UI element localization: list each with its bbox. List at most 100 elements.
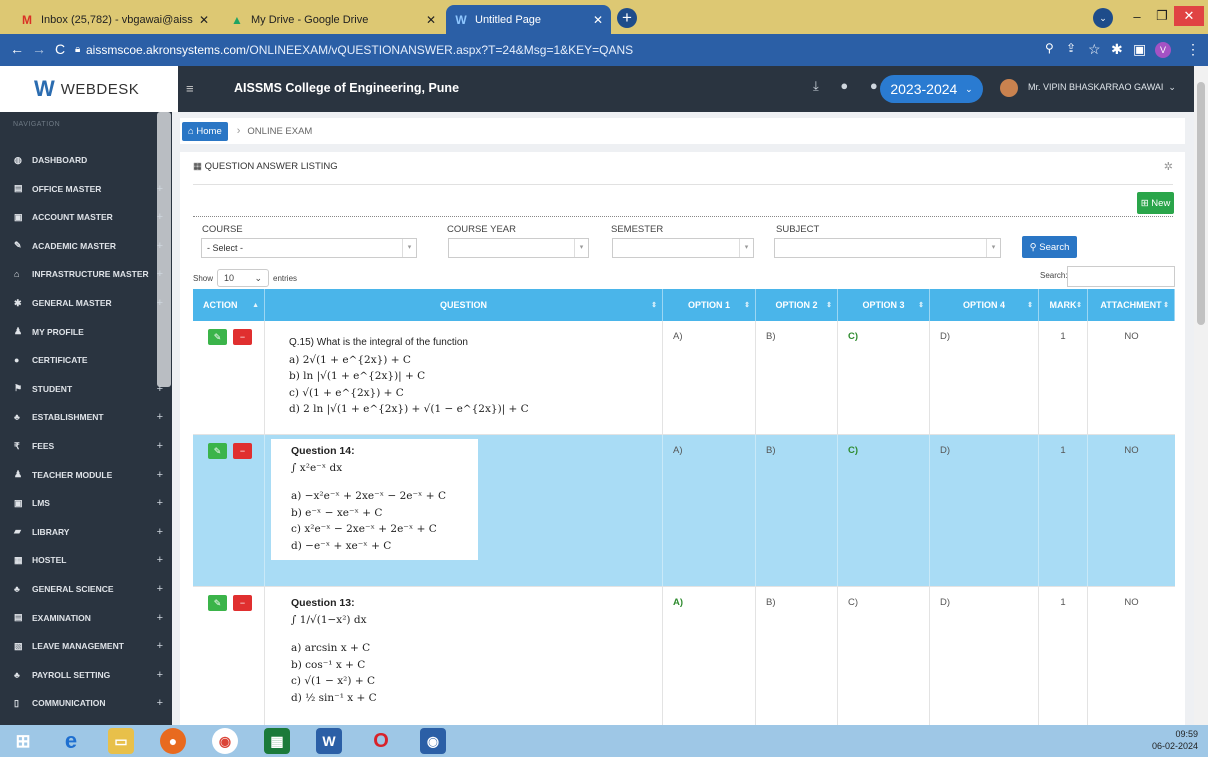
sidebar-item-academic-master[interactable]: ✎ ACADEMIC MASTER + — [0, 232, 172, 260]
sidebar-item-teacher-module[interactable]: ♟ TEACHER MODULE + — [0, 461, 172, 489]
zoom-icon[interactable]: ⚲ — [1045, 41, 1054, 55]
edit-button[interactable]: ✎ — [208, 329, 227, 345]
close-window-icon[interactable]: ✕ — [1174, 6, 1204, 26]
sidebar-item-general-master[interactable]: ✱ GENERAL MASTER + — [0, 289, 172, 317]
plus-icon[interactable]: + — [157, 612, 163, 624]
scrollbar-thumb[interactable] — [1197, 82, 1205, 325]
plus-icon[interactable]: + — [157, 697, 163, 709]
plus-icon[interactable]: + — [157, 554, 163, 566]
column-header[interactable]: ACTION ▲ — [193, 289, 265, 321]
search-input[interactable] — [1067, 266, 1175, 287]
sidebar-item-leave-management[interactable]: ▧ LEAVE MANAGEMENT + — [0, 632, 172, 660]
opera-icon[interactable]: O — [368, 728, 394, 754]
close-icon[interactable]: ✕ — [426, 13, 436, 27]
profile-avatar[interactable]: V — [1155, 42, 1171, 58]
edit-button[interactable]: ✎ — [208, 595, 227, 611]
chrome-profile-icon[interactable]: ◉ — [420, 728, 446, 754]
plus-icon[interactable]: + — [157, 383, 163, 395]
sidebar-item-communication[interactable]: ▯ COMMUNICATION + — [0, 689, 172, 717]
gear-icon[interactable]: ✲ — [1164, 160, 1173, 173]
sidebar-item-office-master[interactable]: ▤ OFFICE MASTER + — [0, 175, 172, 203]
tab-untitled[interactable]: W Untitled Page ✕ — [446, 5, 611, 34]
minimize-icon[interactable]: – — [1124, 4, 1150, 28]
sidebar-item-establishment[interactable]: ♣ ESTABLISHMENT + — [0, 403, 172, 431]
page-scrollbar[interactable] — [1194, 66, 1208, 725]
new-tab-button[interactable]: + — [617, 8, 637, 28]
plus-icon[interactable]: + — [157, 440, 163, 452]
sidebar-item-hostel[interactable]: ▦ HOSTEL + — [0, 546, 172, 574]
column-header[interactable]: OPTION 2 ⇕ — [756, 289, 838, 321]
course-year-select[interactable]: ▾ — [448, 238, 589, 258]
plus-icon[interactable]: + — [157, 183, 163, 195]
year-select[interactable]: 2023-2024 ⌄ — [880, 75, 983, 103]
sidebar-item-general-science[interactable]: ♣ GENERAL SCIENCE + — [0, 575, 172, 603]
edit-button[interactable]: ✎ — [208, 443, 227, 459]
user-name[interactable]: Mr. VIPIN BHASKARRAO GAWAI ⌄ — [1028, 82, 1176, 93]
reload-icon[interactable]: C — [55, 41, 65, 57]
course-select[interactable]: - Select - ▾ — [201, 238, 417, 258]
menu-icon[interactable]: ⋮ — [1186, 41, 1200, 58]
sidebar-item-lms[interactable]: ▣ LMS + — [0, 489, 172, 517]
semester-select[interactable]: ▾ — [612, 238, 754, 258]
close-icon[interactable]: ✕ — [199, 13, 209, 27]
tab-search-icon[interactable]: ⌄ — [1093, 8, 1113, 28]
sidebar-item-dashboard[interactable]: ◍ DASHBOARD — [0, 146, 172, 174]
plus-icon[interactable]: + — [157, 583, 163, 595]
sidebar-item-library[interactable]: ▰ LIBRARY + — [0, 518, 172, 546]
calculator-icon[interactable]: ▦ — [264, 728, 290, 754]
plus-icon[interactable]: + — [157, 640, 163, 652]
sidepanel-icon[interactable]: ▣ — [1133, 41, 1146, 58]
word-icon[interactable]: W — [316, 728, 342, 754]
column-header[interactable]: OPTION 4 ⇕ — [930, 289, 1039, 321]
tab-gmail[interactable]: M Inbox (25,782) - vbgawai@aissm ✕ — [12, 5, 217, 34]
close-icon[interactable]: ✕ — [593, 13, 603, 27]
delete-button[interactable]: − — [233, 329, 252, 345]
download-icon[interactable]: ⤓ — [813, 78, 819, 93]
url-field[interactable]: aissmscoe.akronsystems.com/ONLINEEXAM/vQ… — [86, 43, 633, 57]
chrome-icon[interactable]: ◉ — [212, 728, 238, 754]
column-header[interactable]: QUESTION ⇕ — [265, 289, 663, 321]
plus-icon[interactable]: + — [157, 497, 163, 509]
notification-icon[interactable]: ● — [840, 78, 848, 93]
plus-icon[interactable]: + — [157, 669, 163, 681]
back-icon[interactable]: ← — [10, 41, 24, 57]
share-icon[interactable]: ⇪ — [1066, 41, 1076, 55]
message-icon[interactable]: ● — [870, 78, 878, 93]
file-explorer-icon[interactable]: ▭ — [108, 728, 134, 754]
sidebar-item-student[interactable]: ⚑ STUDENT + — [0, 375, 172, 403]
plus-icon[interactable]: + — [157, 469, 163, 481]
forward-icon[interactable]: → — [32, 41, 46, 57]
entries-select[interactable]: 10 ⌄ — [217, 269, 270, 287]
column-header[interactable]: OPTION 1 ⇕ — [663, 289, 756, 321]
plus-icon[interactable]: + — [157, 268, 163, 280]
plus-icon[interactable]: + — [157, 411, 163, 423]
sidebar-item-account-master[interactable]: ▣ ACCOUNT MASTER + — [0, 203, 172, 231]
new-button[interactable]: ⊞ New — [1137, 192, 1174, 214]
delete-button[interactable]: − — [233, 595, 252, 611]
maximize-icon[interactable]: ❐ — [1150, 4, 1174, 28]
plus-icon[interactable]: + — [157, 297, 163, 309]
ie-icon[interactable]: e — [58, 728, 84, 754]
plus-icon[interactable]: + — [157, 526, 163, 538]
search-button[interactable]: ⚲ Search — [1022, 236, 1077, 258]
firefox-icon[interactable]: ● — [160, 728, 186, 754]
column-header[interactable]: OPTION 3 ⇕ — [838, 289, 930, 321]
column-header[interactable]: ATTACHMENT ⇕ — [1088, 289, 1175, 321]
sidebar-item-my-profile[interactable]: ♟ MY PROFILE — [0, 318, 172, 346]
user-avatar[interactable] — [1000, 79, 1018, 97]
sidebar-item-certificate[interactable]: ● CERTIFICATE — [0, 346, 172, 374]
home-link[interactable]: ⌂ Home — [182, 121, 228, 141]
plus-icon[interactable]: + — [157, 240, 163, 252]
sidebar-item-infrastructure-master[interactable]: ⌂ INFRASTRUCTURE MASTER + — [0, 260, 172, 288]
logo[interactable]: W WEBDESK — [0, 66, 178, 112]
star-icon[interactable]: ☆ — [1088, 41, 1101, 58]
windows-start-icon[interactable]: ⊞ — [10, 728, 36, 754]
tab-drive[interactable]: ▲ My Drive - Google Drive ✕ — [222, 5, 444, 34]
plus-icon[interactable]: + — [157, 211, 163, 223]
delete-button[interactable]: − — [233, 443, 252, 459]
subject-select[interactable]: ▾ — [774, 238, 1001, 258]
sidebar-item-payroll-setting[interactable]: ♣ PAYROLL SETTING + — [0, 661, 172, 689]
column-header[interactable]: MARK ⇕ — [1039, 289, 1088, 321]
extensions-icon[interactable]: ✱ — [1111, 41, 1123, 58]
sidebar-item-fees[interactable]: ₹ FEES + — [0, 432, 172, 460]
